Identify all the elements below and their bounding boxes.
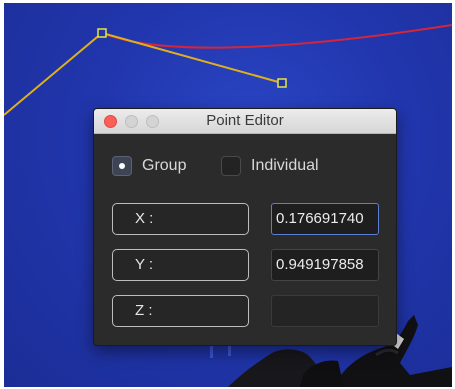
y-axis-button[interactable]: Y : xyxy=(112,249,249,281)
window-title: Point Editor xyxy=(94,109,396,133)
y-value-field[interactable]: 0.949197858 xyxy=(271,249,379,281)
canvas-viewport[interactable]: Point Editor Group Individual X : 0.1766… xyxy=(4,3,452,387)
z-axis-button[interactable]: Z : xyxy=(112,295,249,327)
x-value-field[interactable]: 0.176691740 xyxy=(271,203,379,235)
window-titlebar[interactable]: Point Editor xyxy=(94,109,396,134)
individual-radio-option[interactable]: Individual xyxy=(221,155,319,177)
individual-radio[interactable] xyxy=(221,156,241,176)
z-value-field[interactable] xyxy=(271,295,379,327)
group-radio-label: Group xyxy=(142,157,187,174)
group-radio-option[interactable]: Group xyxy=(112,155,186,177)
x-axis-button[interactable]: X : xyxy=(112,203,249,235)
window-title-text: Point Editor xyxy=(206,112,284,129)
point-editor-window: Point Editor Group Individual X : 0.1766… xyxy=(93,108,397,346)
screenshot-frame: Point Editor Group Individual X : 0.1766… xyxy=(0,0,455,389)
group-radio[interactable] xyxy=(112,156,132,176)
individual-radio-label: Individual xyxy=(251,157,319,174)
